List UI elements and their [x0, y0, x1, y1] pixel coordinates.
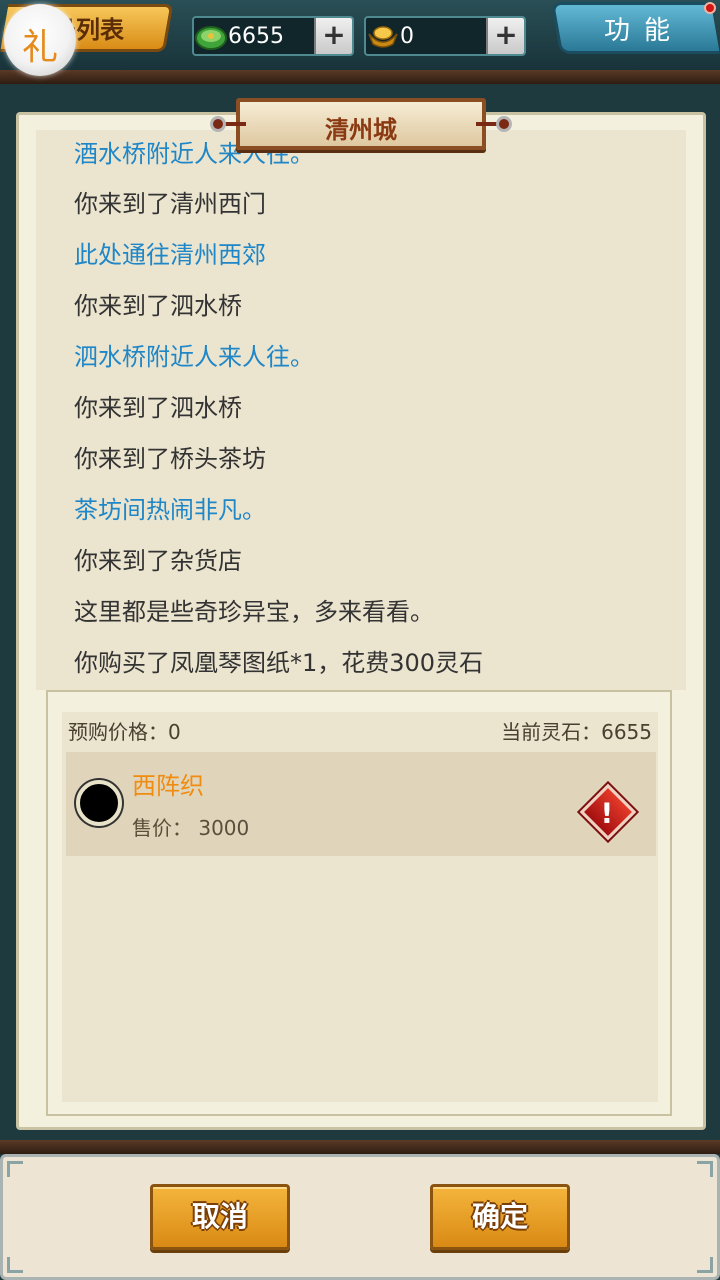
gold-value: 0	[400, 24, 414, 49]
log-line: 你来到了泗水桥	[74, 394, 242, 422]
log-line: 茶坊间热闹非凡。	[74, 496, 266, 524]
plate-pin-icon	[496, 116, 512, 132]
function-label: 功能	[604, 16, 685, 46]
item-price-value: 3000	[198, 816, 250, 840]
top-bar-trim	[0, 70, 720, 84]
add-gold-button[interactable]: +	[486, 18, 524, 54]
corner-ornament-icon	[697, 1161, 713, 1177]
log-line: 你来到了桥头茶坊	[74, 445, 266, 473]
log-line: 你来到了杂货店	[74, 547, 242, 575]
bottom-separator	[0, 1140, 720, 1154]
shop-item-row[interactable]: 西阵织 售价： 3000 !	[66, 752, 656, 856]
item-slot-icon[interactable]	[76, 780, 122, 826]
location-title-plate: 清州城	[210, 98, 512, 150]
shop-list: 预购价格：0 当前灵石：6655 西阵织 售价： 3000 !	[62, 712, 658, 1102]
add-jade-button[interactable]: +	[314, 18, 352, 54]
log-line: 你购买了凤凰琴图纸*1，花费300灵石	[74, 649, 484, 677]
current-stone: 当前灵石：6655	[501, 720, 652, 744]
log-line: 你来到了泗水桥	[74, 292, 242, 320]
message-log[interactable]: 酒水桥附近人来人往。 你来到了清州西门 此处通往清州西郊 你来到了泗水桥 泗水桥…	[36, 130, 686, 690]
gift-icon[interactable]: 礼	[4, 4, 76, 76]
item-name: 西阵织	[132, 772, 204, 800]
item-warning-icon[interactable]: !	[579, 783, 637, 841]
warning-glyph: !	[600, 796, 614, 830]
log-line: 泗水桥附近人来人往。	[74, 343, 314, 371]
corner-ornament-icon	[7, 1257, 23, 1273]
item-price: 售价： 3000	[132, 812, 249, 841]
pre-order-price: 预购价格：0	[68, 720, 181, 744]
confirm-label: 确定	[471, 1200, 528, 1233]
cancel-label: 取消	[191, 1200, 248, 1233]
cancel-button[interactable]: 取消	[150, 1184, 290, 1250]
gold-resource-box: 0 +	[364, 16, 526, 56]
item-price-label: 售价：	[132, 816, 192, 840]
log-line: 这里都是些奇珍异宝，多来看看。	[74, 598, 434, 626]
jade-value: 6655	[228, 24, 284, 49]
corner-ornament-icon	[697, 1257, 713, 1273]
log-line: 此处通往清州西郊	[74, 241, 266, 269]
gold-ingot-icon	[368, 26, 398, 48]
plate-pin-icon	[210, 116, 226, 132]
shop-panel: 预购价格：0 当前灵石：6655 西阵织 售价： 3000 !	[46, 690, 672, 1116]
confirm-button[interactable]: 确定	[430, 1184, 570, 1250]
location-title: 清州城	[325, 116, 397, 144]
shop-header: 预购价格：0 当前灵石：6655	[62, 712, 658, 752]
gift-glyph: 礼	[21, 27, 58, 68]
log-line: 你来到了清州西门	[74, 190, 266, 218]
jade-resource-box: 6655 +	[192, 16, 354, 56]
jade-coin-icon	[195, 26, 227, 50]
notification-dot-icon	[704, 2, 716, 14]
corner-ornament-icon	[7, 1161, 23, 1177]
bottom-action-bar	[0, 1154, 720, 1280]
